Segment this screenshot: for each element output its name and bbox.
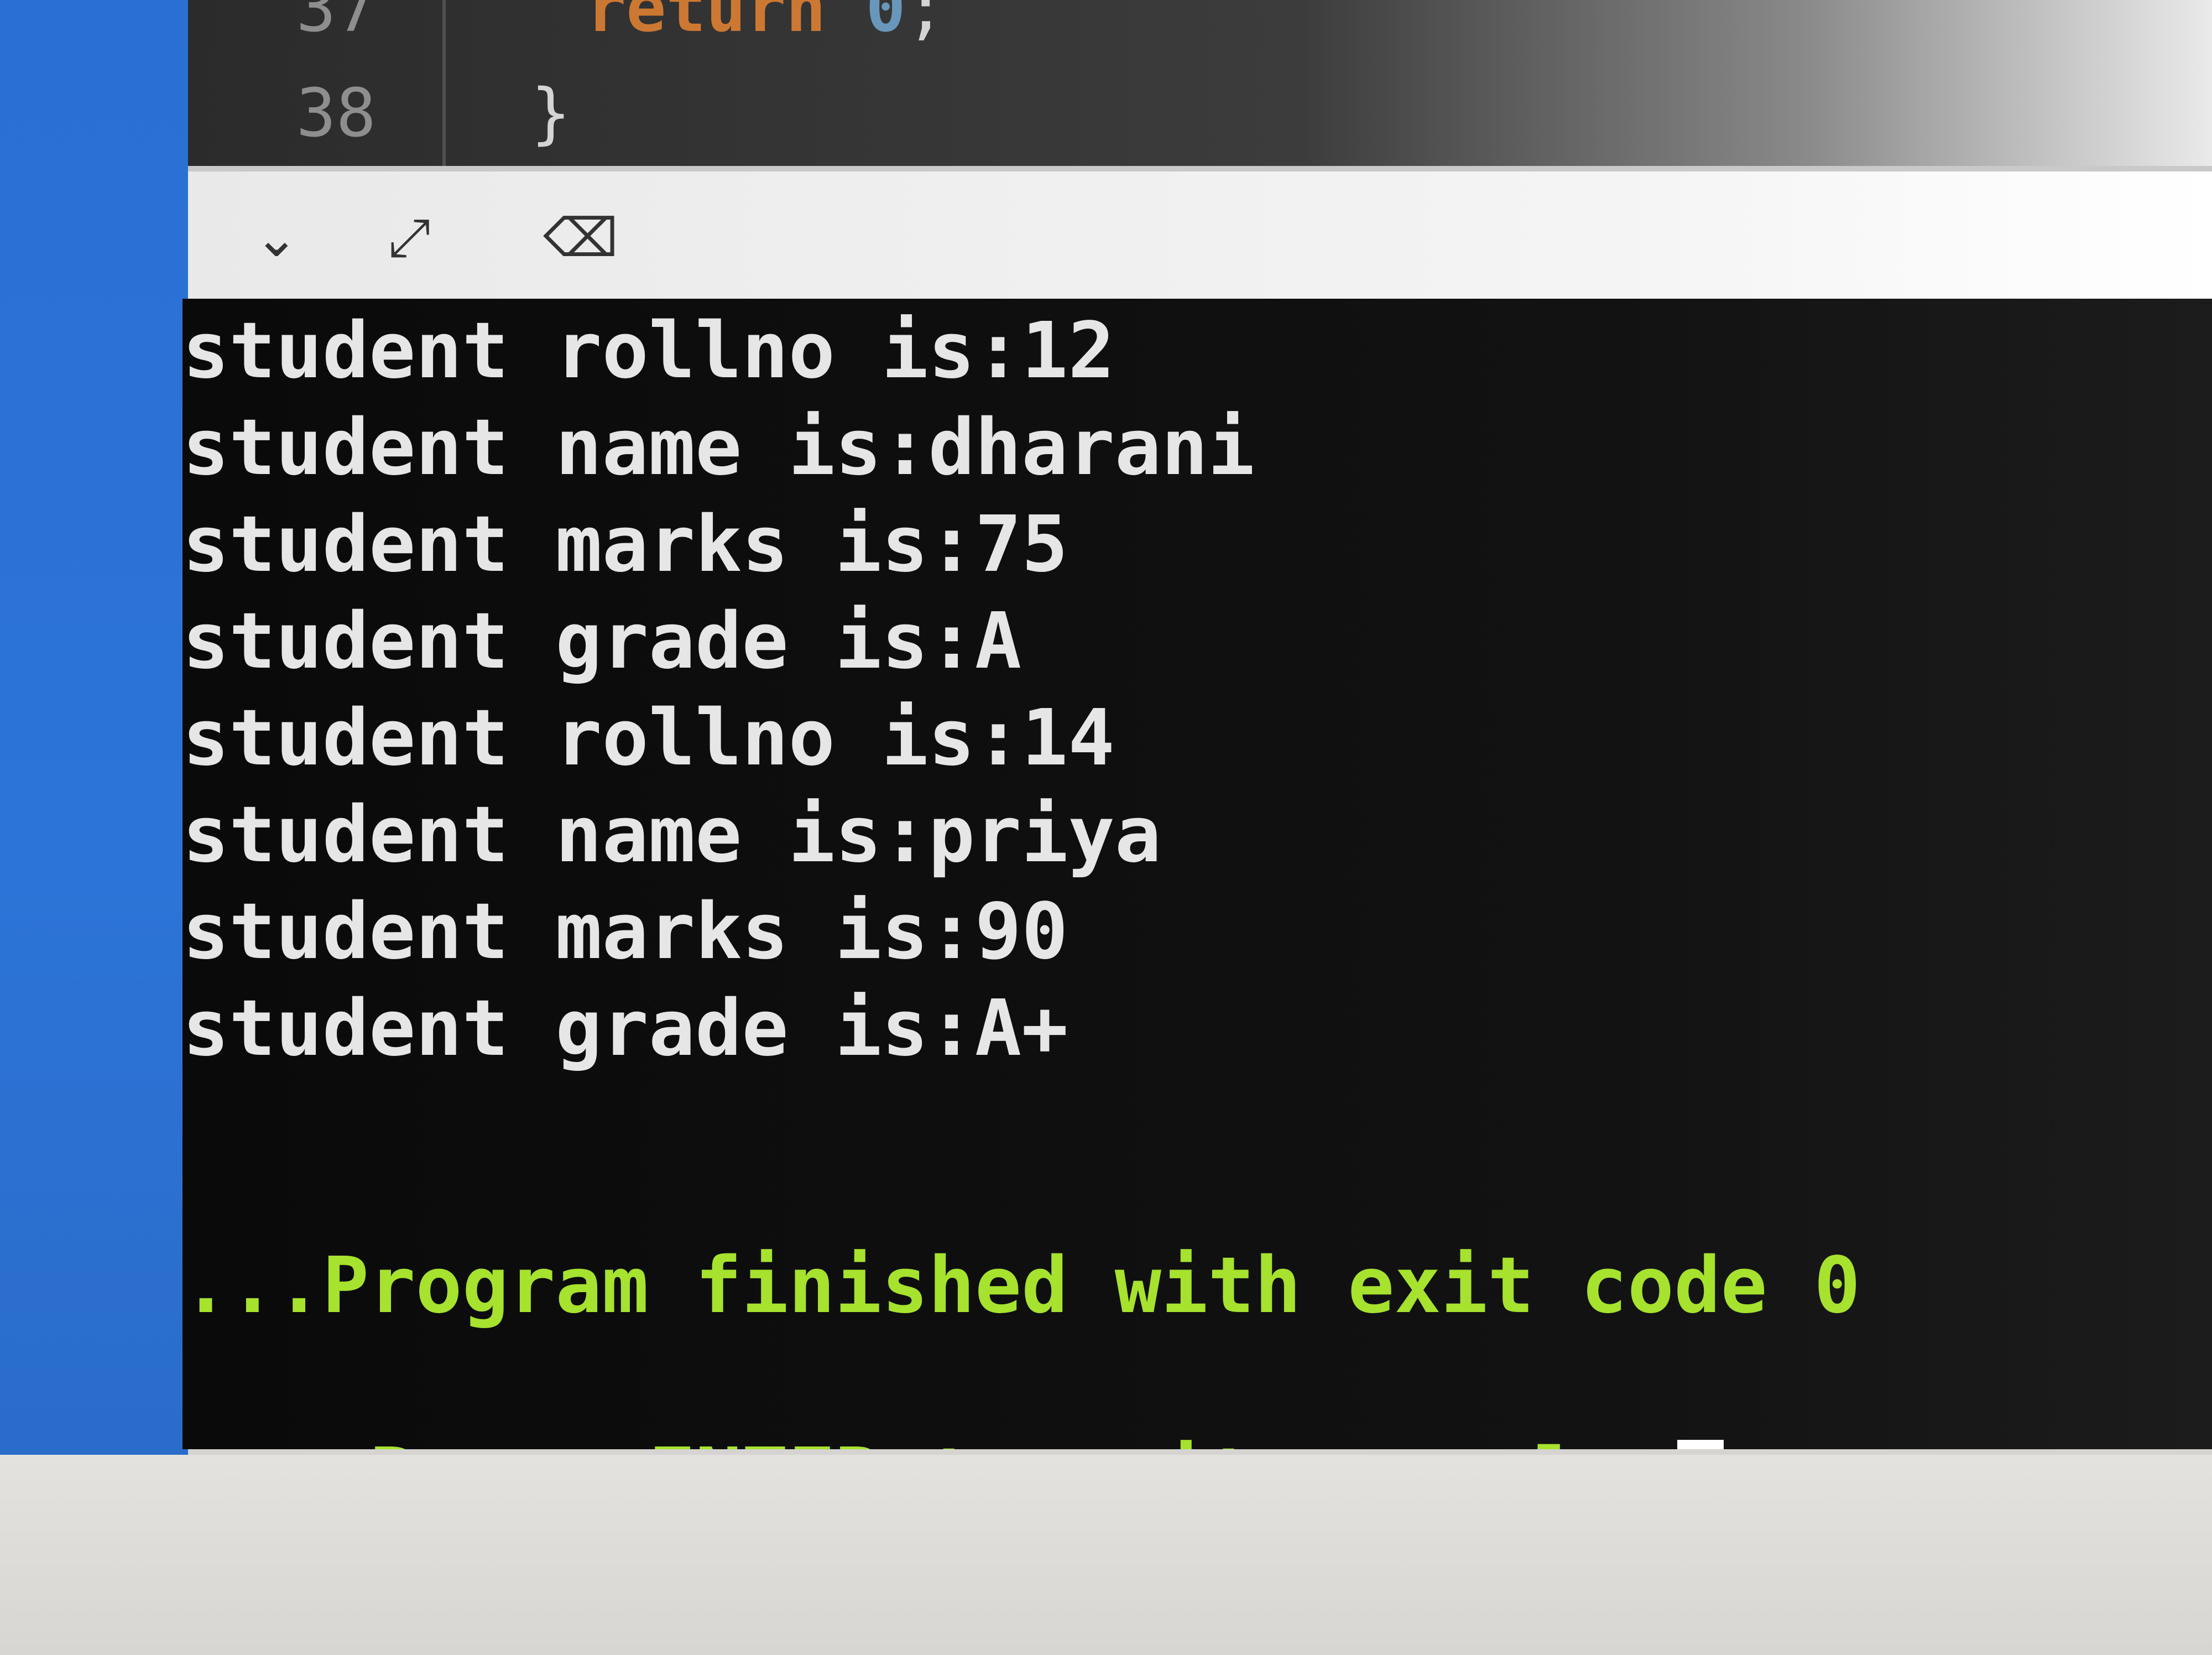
output-line: student name is:priya [182,790,1162,880]
desk-surface [0,1455,2212,1655]
line-number: 38 [296,75,377,152]
output-line: student name is:dharani [182,403,1255,493]
exit-prompt-text: Press ENTER to exit console. [369,1432,1674,1449]
output-line: student grade is:A+ [182,983,1068,1074]
code-editor[interactable]: 37 return 0 ; 38 } [188,0,2212,166]
side-panel [0,0,188,1455]
text-cursor [1677,1440,1724,1449]
code-brace: } [531,75,571,152]
editor-line-38[interactable]: 38 } [188,72,2212,155]
expand-icon[interactable]: ⤢ [371,205,448,271]
code-number: 0 [865,0,906,47]
output-line: student rollno is:14 [182,693,1115,783]
output-line: student grade is:A [182,596,1022,686]
editor-line-37[interactable]: 37 return 0 ; [188,0,2212,50]
output-line: student rollno is:12 [182,306,1115,396]
console-output[interactable]: student rollno is:12 student name is:dha… [182,299,2212,1449]
code-semicolon: ; [905,0,946,47]
output-line: student marks is:75 [182,499,1068,590]
exit-status-line: ...Program finished with exit code 0 [182,1241,1861,1331]
clear-console-icon[interactable]: ⌫ [542,205,619,271]
exit-prompt-line: Press ENTER to exit console. [182,1336,1724,1449]
line-number: 37 [296,0,377,47]
console-toolbar: ⌄ ⤢ ⌫ [188,166,2212,299]
chevron-down-icon[interactable]: ⌄ [238,205,315,271]
output-line: student marks is:90 [182,887,1068,977]
code-keyword: return [586,0,826,47]
